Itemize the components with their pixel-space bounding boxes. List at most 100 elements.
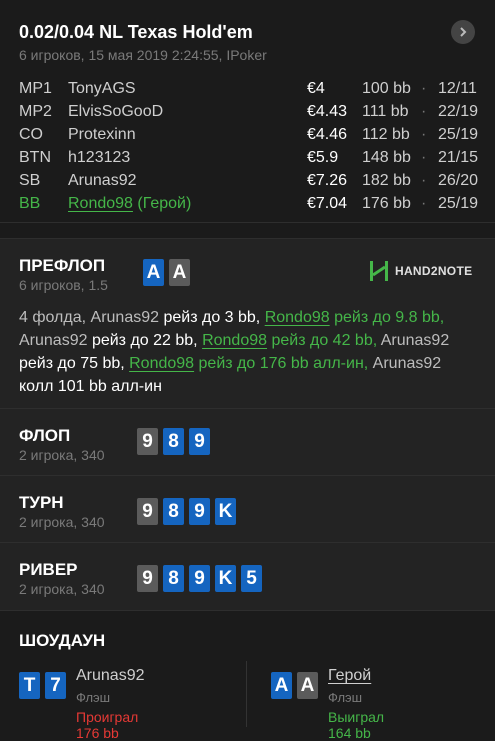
card: 9 <box>137 565 158 592</box>
card: K <box>215 565 236 592</box>
player-stack-bb: 100 bb <box>362 80 411 97</box>
next-hand-button[interactable] <box>451 20 475 44</box>
showdown-divider <box>246 661 247 727</box>
player-name[interactable]: TonyAGS <box>68 80 136 98</box>
preflop-subtitle: 6 игроков, 1.5 <box>19 277 108 293</box>
card: A <box>169 259 190 286</box>
villain-name[interactable]: Arunas92 <box>76 667 145 685</box>
player-stats: 25/19 <box>438 195 479 212</box>
player-position: SB <box>19 172 41 189</box>
card: 5 <box>241 565 262 592</box>
action-player: Arunas92 <box>19 332 88 349</box>
player-row: CO Protexinn €4.46 112 bb · 25/19 <box>19 124 479 147</box>
chevron-right-icon <box>460 27 467 37</box>
player-position: BB <box>19 195 41 212</box>
action-text: колл 101 bb алл-ин <box>19 378 162 395</box>
villain-cards: T 7 <box>19 672 66 699</box>
hero-name[interactable]: Герой <box>328 667 371 685</box>
player-stack-bb: 182 bb <box>362 172 411 189</box>
action-hero-text: рейз до 176 bb алл-ин, <box>194 355 373 372</box>
player-stack: €7.26 <box>307 172 348 189</box>
hand2note-logo: HAND2NOTE <box>369 260 472 282</box>
player-stack: €4.46 <box>307 126 348 143</box>
action-player: Arunas92 <box>372 355 442 372</box>
hero-hand: Флэш <box>328 690 363 705</box>
separator-dot: · <box>421 149 427 166</box>
hero-name-link[interactable]: Rondo98 <box>68 195 133 212</box>
hand-title: 0.02/0.04 NL Texas Hold'em <box>19 22 253 42</box>
preflop-actions: 4 фолда, Arunas92 рейз до 3 bb, Rondo98 … <box>19 306 459 398</box>
action-hero-player[interactable]: Rondo98 <box>129 355 194 372</box>
player-row: MP1 TonyAGS €4 100 bb · 12/11 <box>19 78 479 101</box>
player-stack-bb: 176 bb <box>362 195 411 212</box>
card: A <box>297 672 318 699</box>
action-text: 4 фолда, <box>19 309 91 326</box>
player-name[interactable]: h123123 <box>68 149 130 167</box>
player-stack: €4.43 <box>307 103 348 120</box>
hero-result: Выиграл 164 bb <box>328 709 385 741</box>
player-stack-bb: 148 bb <box>362 149 411 166</box>
card: 9 <box>189 428 210 455</box>
card: K <box>215 498 236 525</box>
separator-dot: · <box>421 172 427 189</box>
river-section: РИВЕР 2 игрока, 340 9 8 9 K 5 <box>0 542 495 610</box>
player-position: CO <box>19 126 43 143</box>
villain-result: Проиграл 176 bb <box>76 709 139 741</box>
board-cards: 9 8 9 <box>137 428 210 455</box>
player-name[interactable]: ElvisSoGooD <box>68 103 163 121</box>
card: A <box>271 672 292 699</box>
action-player: Arunas92 <box>380 332 450 349</box>
player-stats: 25/19 <box>438 126 479 143</box>
player-name[interactable]: Arunas92 <box>68 172 137 190</box>
player-stats: 21/15 <box>438 149 479 166</box>
card: 8 <box>163 565 184 592</box>
player-position: MP2 <box>19 103 52 120</box>
player-stack: €7.04 <box>307 195 348 212</box>
player-position: BTN <box>19 149 51 166</box>
river-title: РИВЕР <box>19 560 78 579</box>
hand-subtitle: 6 игроков, 15 мая 2019 2:24:55, IPoker <box>19 47 267 63</box>
villain-hand: Флэш <box>76 690 111 705</box>
hand2note-logo-icon <box>370 261 388 281</box>
action-text: рейз до 3 bb, <box>159 309 265 326</box>
action-hero-player[interactable]: Rondo98 <box>265 309 330 326</box>
preflop-title: ПРЕФЛОП <box>19 256 106 275</box>
action-text: рейз до 75 bb, <box>19 355 130 372</box>
card: 8 <box>163 498 184 525</box>
separator-dot: · <box>421 126 427 143</box>
hero-hole-cards: A A <box>143 259 190 286</box>
player-stack-bb: 111 bb <box>362 103 409 120</box>
separator-dot: · <box>421 80 427 97</box>
player-stats: 26/20 <box>438 172 479 189</box>
preflop-section: ПРЕФЛОП 6 игроков, 1.5 A A HAND2NOTE 4 ф… <box>0 238 495 408</box>
player-stats: 12/11 <box>438 80 477 97</box>
showdown-title: ШОУДАУН <box>19 631 106 650</box>
showdown-section: ШОУДАУН T 7 Arunas92 Флэш Проиграл 176 b… <box>0 610 495 741</box>
card: T <box>19 672 40 699</box>
card: A <box>143 259 164 286</box>
turn-section: ТУРН 2 игрока, 340 9 8 9 K <box>0 475 495 542</box>
action-hero-player[interactable]: Rondo98 <box>202 332 267 349</box>
player-row: SB Arunas92 €7.26 182 bb · 26/20 <box>19 170 479 193</box>
turn-title: ТУРН <box>19 493 64 512</box>
hand2note-logo-text: HAND2NOTE <box>395 264 473 278</box>
player-stats: 22/19 <box>438 103 479 120</box>
player-row: BTN h123123 €5.9 148 bb · 21/15 <box>19 147 479 170</box>
turn-subtitle: 2 игрока, 340 <box>19 514 105 530</box>
player-stack: €5.9 <box>307 149 339 166</box>
player-name[interactable]: Protexinn <box>68 126 136 144</box>
hero-player-name[interactable]: Rondo98 (Герой) <box>68 195 191 213</box>
hero-cards: A A <box>271 672 318 699</box>
card: 7 <box>45 672 66 699</box>
action-player: Arunas92 <box>90 309 160 326</box>
players-list: MP1 TonyAGS €4 100 bb · 12/11 MP2 ElvisS… <box>19 78 479 216</box>
action-text: рейз до 22 bb, <box>87 332 203 349</box>
card: 9 <box>137 428 158 455</box>
separator-dot: · <box>421 103 427 120</box>
hand-header: 0.02/0.04 NL Texas Hold'em 6 игроков, 15… <box>0 0 495 223</box>
hero-player-row: BB Rondo98 (Герой) €7.04 176 bb · 25/19 <box>19 193 479 216</box>
hand-history-view: 0.02/0.04 NL Texas Hold'em 6 игроков, 15… <box>0 0 495 741</box>
separator-dot: · <box>421 195 427 212</box>
card: 8 <box>163 428 184 455</box>
card: 9 <box>189 565 210 592</box>
